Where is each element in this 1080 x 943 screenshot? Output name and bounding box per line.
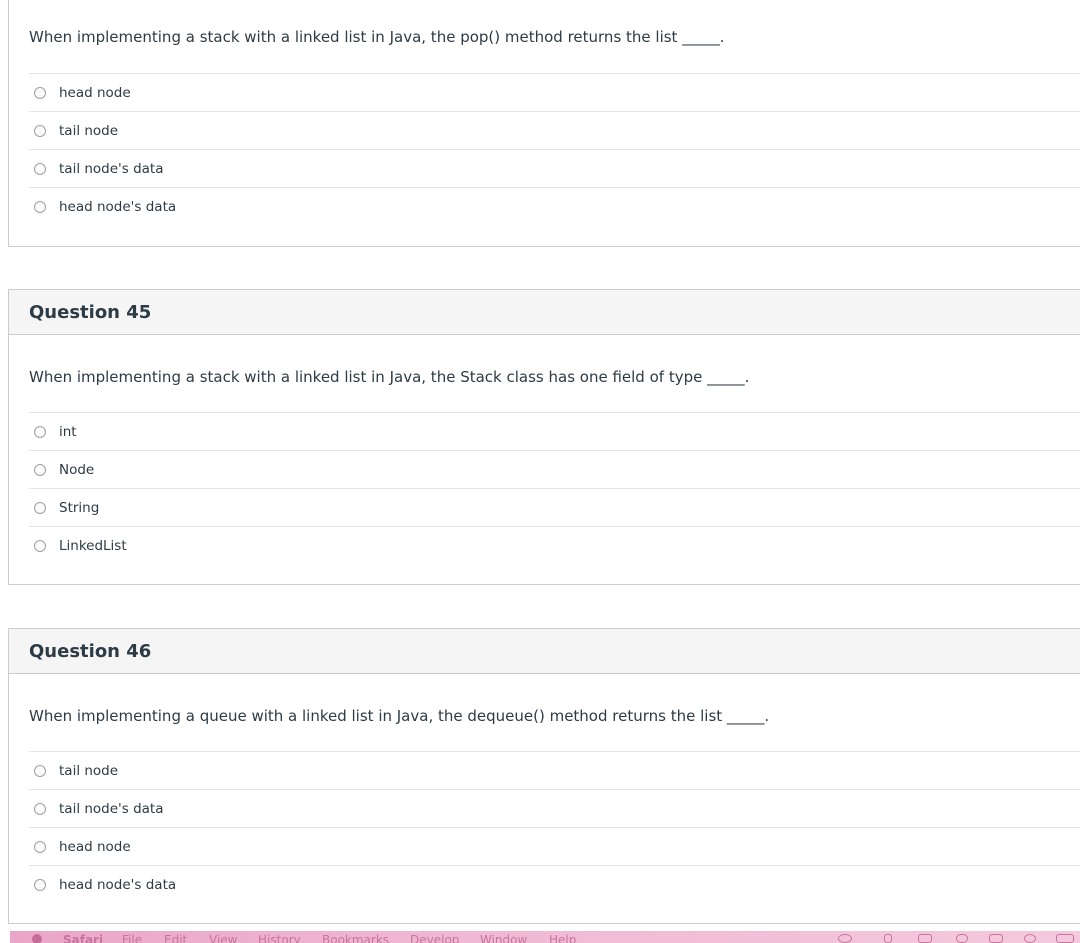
play-icon[interactable] bbox=[1024, 934, 1036, 943]
answer-label: tail node bbox=[59, 762, 119, 779]
answer-label: head node bbox=[59, 84, 131, 101]
radio-button[interactable] bbox=[34, 425, 46, 438]
menu-help[interactable]: Help bbox=[549, 933, 576, 943]
question-header: Question 45 bbox=[9, 290, 1080, 335]
question-46-prompt: When implementing a queue with a linked … bbox=[29, 707, 770, 725]
apple-icon[interactable] bbox=[32, 934, 42, 943]
question-44-prompt: When implementing a stack with a linked … bbox=[29, 28, 725, 46]
question-44-block: When implementing a stack with a linked … bbox=[8, 0, 1080, 247]
answer-label: Node bbox=[59, 461, 95, 478]
calendar-icon[interactable] bbox=[989, 934, 1003, 943]
radio-button[interactable] bbox=[34, 878, 46, 891]
question-title: Question 46 bbox=[29, 640, 152, 662]
answer-option[interactable]: head node's data bbox=[29, 187, 1080, 225]
answer-label: String bbox=[59, 499, 100, 516]
answer-label: head node bbox=[59, 838, 131, 855]
radio-button[interactable] bbox=[34, 86, 46, 99]
radio-button[interactable] bbox=[34, 802, 46, 815]
menu-edit[interactable]: Edit bbox=[164, 933, 187, 943]
menu-safari[interactable]: Safari bbox=[63, 933, 103, 943]
answer-label: tail node bbox=[59, 122, 119, 139]
menu-develop[interactable]: Develop bbox=[410, 933, 459, 943]
menu-window[interactable]: Window bbox=[480, 933, 527, 943]
macos-menubar: Safari File Edit View History Bookmarks … bbox=[10, 931, 1080, 943]
menu-file[interactable]: File bbox=[122, 933, 142, 943]
menu-view[interactable]: View bbox=[209, 933, 237, 943]
radio-button[interactable] bbox=[34, 539, 46, 552]
question-45-prompt: When implementing a stack with a linked … bbox=[29, 368, 750, 386]
answer-label: tail node's data bbox=[59, 800, 164, 817]
answer-label: int bbox=[59, 423, 77, 440]
radio-button[interactable] bbox=[34, 463, 46, 476]
question-title: Question 45 bbox=[29, 301, 152, 323]
radio-button[interactable] bbox=[34, 162, 46, 175]
photo-icon[interactable] bbox=[918, 934, 932, 943]
answer-option[interactable]: tail node bbox=[29, 111, 1080, 149]
answer-option[interactable]: LinkedList bbox=[29, 526, 1080, 564]
answer-label: tail node's data bbox=[59, 160, 164, 177]
question-46-block: Question 46 When implementing a queue wi… bbox=[8, 628, 1080, 924]
answer-option[interactable]: head node's data bbox=[29, 865, 1080, 903]
answer-option[interactable]: String bbox=[29, 488, 1080, 526]
creative-cloud-icon[interactable] bbox=[838, 934, 852, 943]
menu-history[interactable]: History bbox=[258, 933, 301, 943]
question-45-answers: int Node String LinkedList bbox=[29, 412, 1080, 564]
evernote-icon[interactable] bbox=[956, 934, 968, 943]
usb-icon[interactable] bbox=[884, 934, 892, 943]
question-45-block: Question 45 When implementing a stack wi… bbox=[8, 289, 1080, 585]
radio-button[interactable] bbox=[34, 501, 46, 514]
radio-button[interactable] bbox=[34, 764, 46, 777]
answer-label: LinkedList bbox=[59, 537, 127, 554]
question-44-answers: head node tail node tail node's data hea… bbox=[29, 73, 1080, 225]
answer-option[interactable]: head node bbox=[29, 827, 1080, 865]
question-header: Question 46 bbox=[9, 629, 1080, 674]
answer-option[interactable]: Node bbox=[29, 450, 1080, 488]
radio-button[interactable] bbox=[34, 124, 46, 137]
question-46-answers: tail node tail node's data head node hea… bbox=[29, 751, 1080, 903]
menu-bookmarks[interactable]: Bookmarks bbox=[322, 933, 389, 943]
volume-icon[interactable] bbox=[1056, 934, 1074, 943]
answer-option[interactable]: int bbox=[29, 412, 1080, 450]
answer-label: head node's data bbox=[59, 876, 177, 893]
answer-option[interactable]: tail node bbox=[29, 751, 1080, 789]
answer-label: head node's data bbox=[59, 198, 177, 215]
answer-option[interactable]: head node bbox=[29, 73, 1080, 111]
answer-option[interactable]: tail node's data bbox=[29, 149, 1080, 187]
radio-button[interactable] bbox=[34, 200, 46, 213]
answer-option[interactable]: tail node's data bbox=[29, 789, 1080, 827]
radio-button[interactable] bbox=[34, 840, 46, 853]
